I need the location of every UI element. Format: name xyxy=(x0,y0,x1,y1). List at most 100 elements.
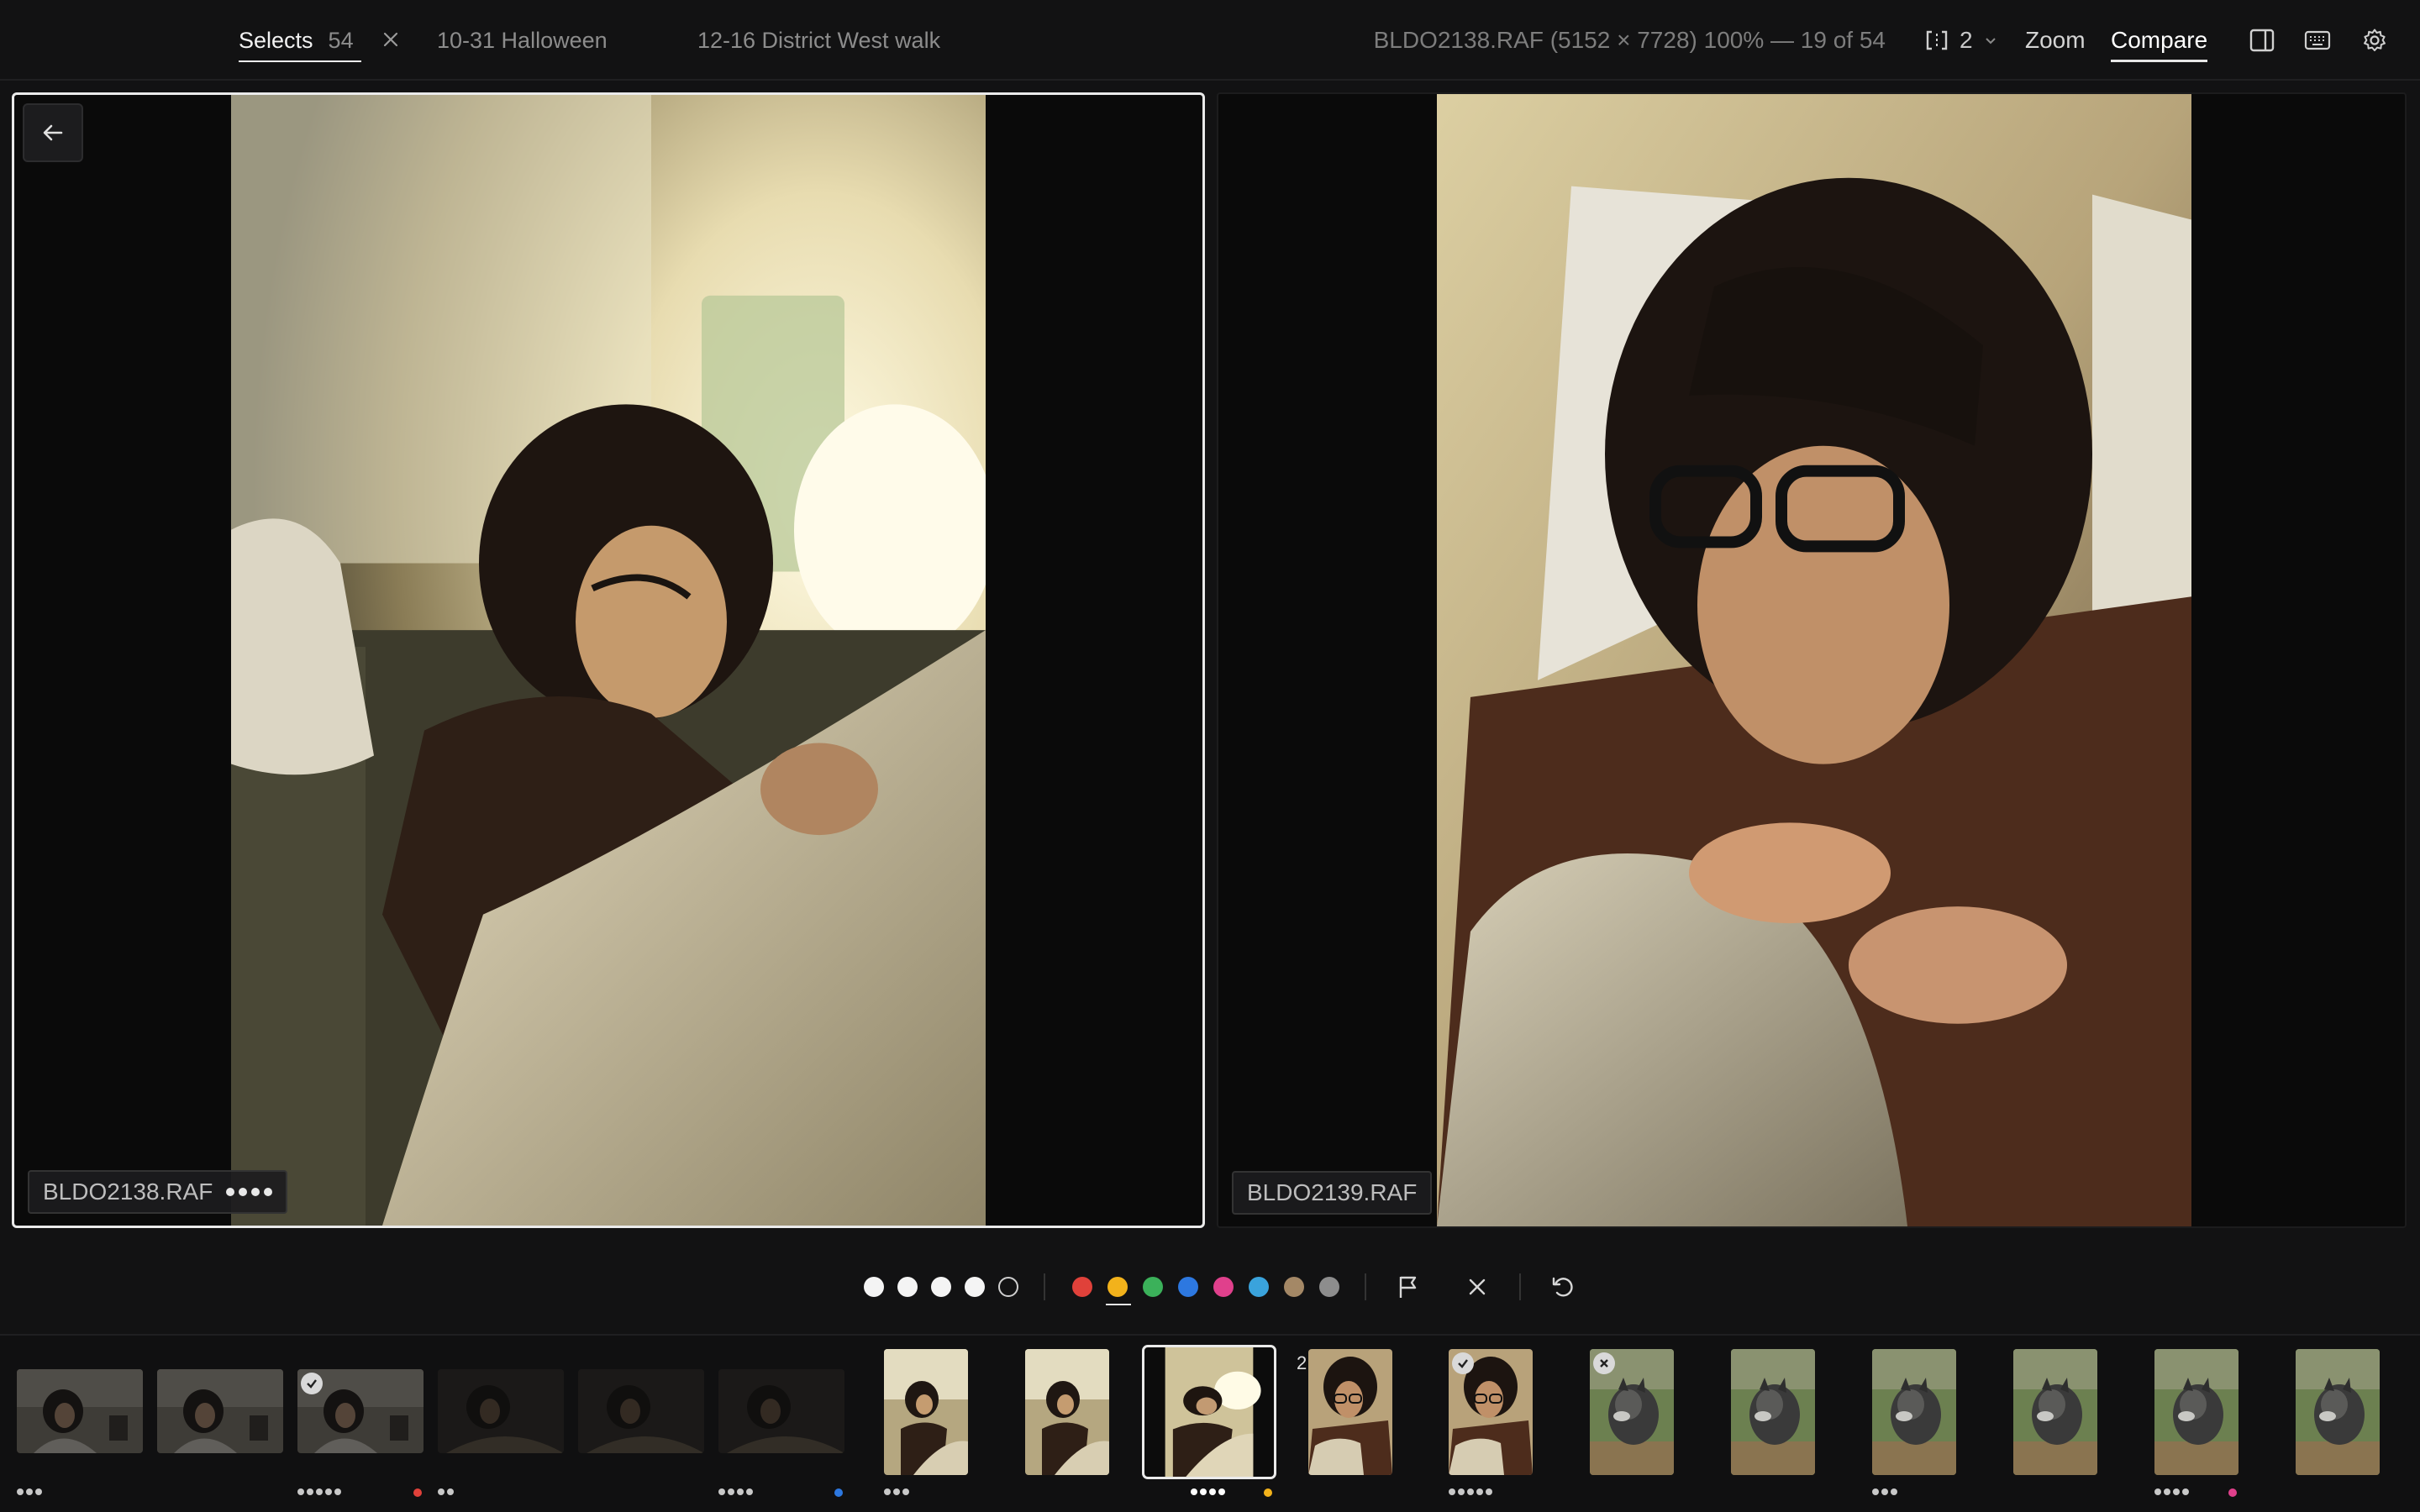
close-tab-icon[interactable] xyxy=(380,29,402,50)
thumbnail-rating-dots xyxy=(1449,1488,1492,1495)
thumbnail-color-label xyxy=(413,1488,422,1497)
tab-selects-label: Selects xyxy=(239,28,313,53)
thumbnail-rating-dots xyxy=(2154,1488,2189,1495)
filmstrip-thumbnail[interactable] xyxy=(17,1369,143,1453)
thumbnail-color-label xyxy=(1264,1488,1272,1497)
rating-dot xyxy=(1449,1488,1455,1495)
color-label-red[interactable] xyxy=(1072,1277,1092,1297)
picked-check-icon xyxy=(1452,1352,1474,1374)
color-label-pink[interactable] xyxy=(1213,1277,1234,1297)
thumbnail-color-label xyxy=(2228,1488,2237,1497)
filmstrip-thumbnail[interactable] xyxy=(718,1369,844,1453)
filmstrip-thumbnail[interactable] xyxy=(2154,1349,2238,1475)
left-filename-label: BLDO2138.RAF xyxy=(28,1170,288,1214)
rating-dot xyxy=(1200,1488,1207,1495)
filmstrip-thumbnail[interactable] xyxy=(1308,1349,1392,1475)
left-filename: BLDO2138.RAF xyxy=(43,1179,213,1205)
rating-star-1[interactable] xyxy=(864,1277,884,1297)
thumbnail-color-label xyxy=(834,1488,843,1497)
rating-dot xyxy=(1467,1488,1474,1495)
chevron-down-icon xyxy=(1985,38,1996,45)
left-photo xyxy=(231,95,986,1226)
reset-icon[interactable] xyxy=(1548,1272,1578,1302)
filmstrip-thumbnail[interactable] xyxy=(2013,1349,2097,1475)
rating-dot xyxy=(447,1488,454,1495)
filmstrip-thumbnail[interactable] xyxy=(438,1369,564,1453)
filmstrip-thumbnail[interactable] xyxy=(157,1369,283,1453)
rating-dot xyxy=(17,1488,24,1495)
color-label-cyan[interactable] xyxy=(1249,1277,1269,1297)
gear-icon[interactable] xyxy=(2360,25,2390,55)
rejected-x-icon xyxy=(1593,1352,1615,1374)
rating-dot xyxy=(251,1188,260,1196)
tab-halloween[interactable]: 10-31 Halloween xyxy=(437,25,608,55)
rating-dot xyxy=(746,1488,753,1495)
rating-dot xyxy=(884,1488,891,1495)
color-label-blue[interactable] xyxy=(1178,1277,1198,1297)
thumbnail-rating-dots xyxy=(1872,1488,1897,1495)
filmstrip-thumbnail[interactable] xyxy=(1142,1345,1276,1479)
rating-dot xyxy=(35,1488,42,1495)
filmstrip-thumbnail[interactable] xyxy=(1025,1349,1109,1475)
tab-selects-count: 54 xyxy=(328,28,354,53)
back-button[interactable] xyxy=(23,103,83,162)
color-label-tan[interactable] xyxy=(1284,1277,1304,1297)
flag-icon[interactable] xyxy=(1393,1272,1423,1302)
zoom-button[interactable]: Zoom xyxy=(2025,25,2086,55)
rating-dot xyxy=(728,1488,734,1495)
left-rating-dots xyxy=(226,1188,273,1196)
toolbar-divider xyxy=(1519,1273,1521,1300)
rating-dot xyxy=(893,1488,900,1495)
rating-dot xyxy=(226,1188,235,1196)
arrow-left-icon xyxy=(43,124,63,141)
rating-dot xyxy=(2173,1488,2180,1495)
rating-dot xyxy=(307,1488,313,1495)
filmstrip-thumbnail[interactable] xyxy=(884,1349,968,1475)
filmstrip-thumbnail[interactable] xyxy=(578,1369,704,1453)
keyboard-icon[interactable] xyxy=(2302,25,2333,55)
rating-star-4[interactable] xyxy=(965,1277,985,1297)
rating-dot xyxy=(2182,1488,2189,1495)
rating-dot xyxy=(902,1488,909,1495)
filmstrip-thumbnail[interactable] xyxy=(2296,1349,2380,1475)
rating-star-5[interactable] xyxy=(998,1277,1018,1297)
rating-dot xyxy=(1209,1488,1216,1495)
rating-dot xyxy=(1476,1488,1483,1495)
thumbnail-rating-dots xyxy=(17,1488,42,1495)
rating-dot xyxy=(316,1488,323,1495)
color-label-yellow[interactable] xyxy=(1107,1277,1128,1297)
right-compare-pane[interactable]: BLDO2139.RAF xyxy=(1217,92,2407,1228)
rating-dot xyxy=(1881,1488,1888,1495)
left-compare-pane[interactable]: BLDO2138.RAF xyxy=(12,92,1205,1228)
rating-dot xyxy=(1191,1488,1197,1495)
rating-dot xyxy=(264,1188,273,1196)
rating-dot xyxy=(2154,1488,2161,1495)
color-label-gray[interactable] xyxy=(1319,1277,1339,1297)
rating-star-3[interactable] xyxy=(931,1277,951,1297)
rating-dot xyxy=(334,1488,341,1495)
compare-count-value: 2 xyxy=(1960,27,1973,53)
thumbnail-rating-dots xyxy=(884,1488,909,1495)
color-label-green[interactable] xyxy=(1143,1277,1163,1297)
right-filename: BLDO2139.RAF xyxy=(1247,1179,1418,1205)
tab-active-underline xyxy=(239,60,361,62)
filmstrip-thumbnail[interactable] xyxy=(1731,1349,1815,1475)
filmstrip-thumbnail[interactable] xyxy=(1872,1349,1956,1475)
thumbnail-rating-dots xyxy=(297,1488,341,1495)
selected-color-underline xyxy=(1106,1304,1131,1305)
right-filename-label: BLDO2139.RAF xyxy=(1232,1171,1433,1215)
rating-dot xyxy=(1458,1488,1465,1495)
picked-check-icon xyxy=(301,1373,323,1394)
rating-dot xyxy=(1218,1488,1225,1495)
rating-dot xyxy=(325,1488,332,1495)
right-photo xyxy=(1437,94,2191,1226)
reject-icon[interactable] xyxy=(1462,1272,1492,1302)
rating-star-2[interactable] xyxy=(897,1277,918,1297)
rating-dot xyxy=(718,1488,725,1495)
tab-district-west-walk[interactable]: 12-16 District West walk xyxy=(697,25,940,55)
rating-dot xyxy=(438,1488,445,1495)
tab-selects[interactable]: Selects 54 xyxy=(239,25,361,62)
sidebar-toggle-icon[interactable] xyxy=(2247,25,2277,55)
compare-count-dropdown[interactable]: 2 xyxy=(1924,24,1998,57)
compare-button[interactable]: Compare xyxy=(2111,25,2208,62)
